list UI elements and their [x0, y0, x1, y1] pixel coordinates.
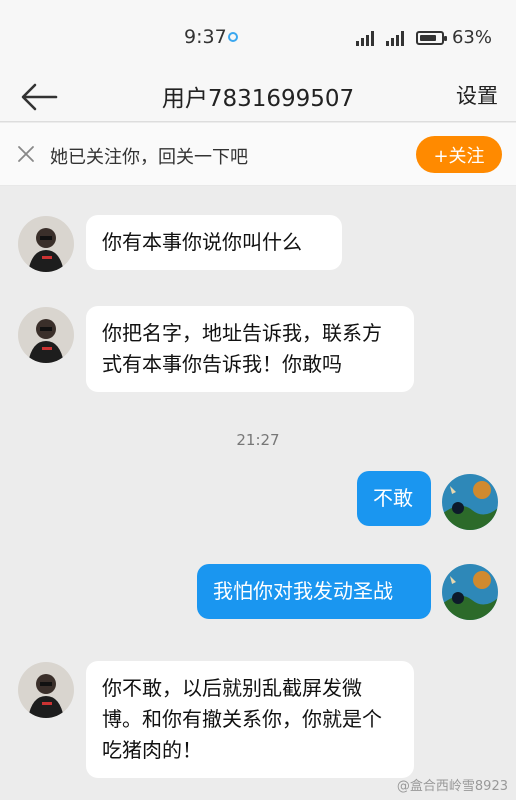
chat-timestamp: 21:27 — [236, 431, 280, 449]
avatar[interactable] — [18, 307, 74, 363]
signal-5g-icon — [355, 30, 378, 46]
follow-hint-text: 她已关注你，回关一下吧 — [50, 147, 248, 168]
message-bubble[interactable]: 你有本事你说你叫什么 — [86, 215, 342, 270]
avatar[interactable] — [18, 216, 74, 272]
chat-area[interactable]: 你有本事你说你叫什么 你把名字，地址告诉我，联系方式有本事你告诉我！你敢吗 21… — [0, 186, 516, 800]
status-bar: 9:37 63% — [0, 0, 516, 72]
status-indicators: 63% — [355, 27, 492, 48]
avatar[interactable] — [18, 662, 74, 718]
battery-icon — [415, 30, 447, 45]
settings-button[interactable]: 设置 — [456, 80, 498, 110]
message-bubble-self[interactable]: 我怕你对我发动圣战 — [197, 564, 431, 619]
top-nav: 用户7831699507 设置 — [0, 72, 516, 122]
avatar-other-user — [18, 307, 74, 363]
signal-4g-icon — [385, 30, 408, 46]
message-bubble[interactable]: 你把名字，地址告诉我，联系方式有本事你告诉我！你敢吗 — [86, 306, 414, 392]
notification-icon — [228, 32, 238, 42]
avatar-self-image — [442, 474, 498, 530]
follow-button[interactable]: +关注 — [416, 136, 502, 173]
avatar-self-image — [442, 564, 498, 620]
message-bubble-self[interactable]: 不敢 — [357, 471, 431, 526]
follow-suggestion-bar: 她已关注你，回关一下吧 +关注 — [0, 123, 516, 186]
close-icon[interactable] — [16, 144, 36, 164]
watermark: @盒合西岭雪8923 — [396, 779, 508, 794]
status-time: 9:37 — [184, 26, 227, 48]
battery-percent: 63% — [451, 27, 492, 48]
avatar-other-user — [18, 662, 74, 718]
page-title: 用户7831699507 — [161, 86, 355, 112]
avatar-other-user — [18, 216, 74, 272]
avatar-self[interactable] — [442, 564, 498, 620]
avatar-self[interactable] — [442, 474, 498, 530]
message-bubble[interactable]: 你不敢，以后就别乱截屏发微博。和你有撤关系你，你就是个吃猪肉的！ — [86, 661, 414, 778]
